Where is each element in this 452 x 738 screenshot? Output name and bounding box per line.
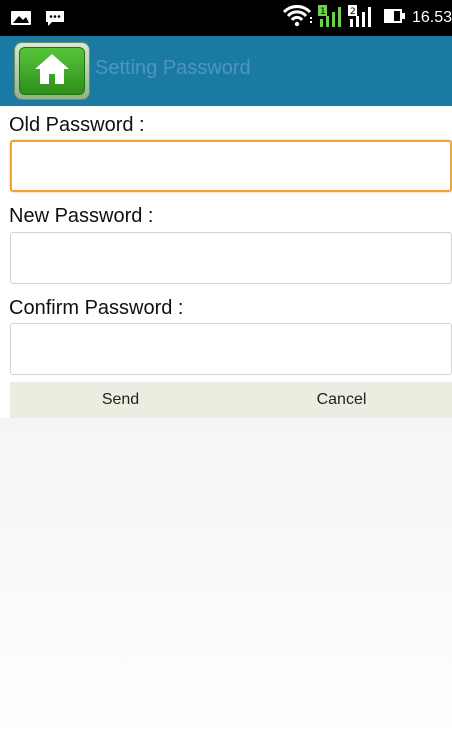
confirm-password-label: Confirm Password :: [9, 297, 184, 319]
signal-sim2-icon: 2: [347, 4, 374, 32]
signal-sim1-icon: 1: [317, 4, 344, 32]
home-icon: [33, 52, 71, 91]
page-title: Setting Password: [95, 57, 251, 79]
empty-content-area: [0, 418, 452, 738]
svg-text:1: 1: [320, 7, 326, 17]
old-password-label: Old Password :: [9, 114, 145, 136]
image-notification-icon: [10, 9, 32, 27]
cancel-button[interactable]: Cancel: [231, 382, 452, 418]
chat-notification-icon: [44, 9, 66, 27]
home-button[interactable]: [14, 42, 90, 100]
confirm-password-field[interactable]: [10, 323, 452, 375]
status-bar-notifications: [10, 9, 66, 27]
screen: 1 2 16.53 Setting Password Old Password …: [0, 0, 452, 738]
battery-icon: [383, 8, 406, 29]
home-button-face: [19, 47, 85, 95]
status-time: 16.53: [411, 9, 452, 26]
new-password-field[interactable]: [10, 232, 452, 284]
status-bar: 1 2 16.53: [0, 0, 452, 36]
send-button[interactable]: Send: [10, 382, 231, 418]
app-header: Setting Password: [0, 36, 452, 106]
action-bar: Send Cancel: [10, 382, 452, 418]
svg-text:2: 2: [350, 7, 356, 17]
wifi-icon: [282, 4, 312, 32]
new-password-label: New Password :: [9, 205, 154, 227]
status-bar-indicators: 1 2 16.53: [282, 4, 452, 32]
old-password-field[interactable]: [10, 140, 452, 192]
